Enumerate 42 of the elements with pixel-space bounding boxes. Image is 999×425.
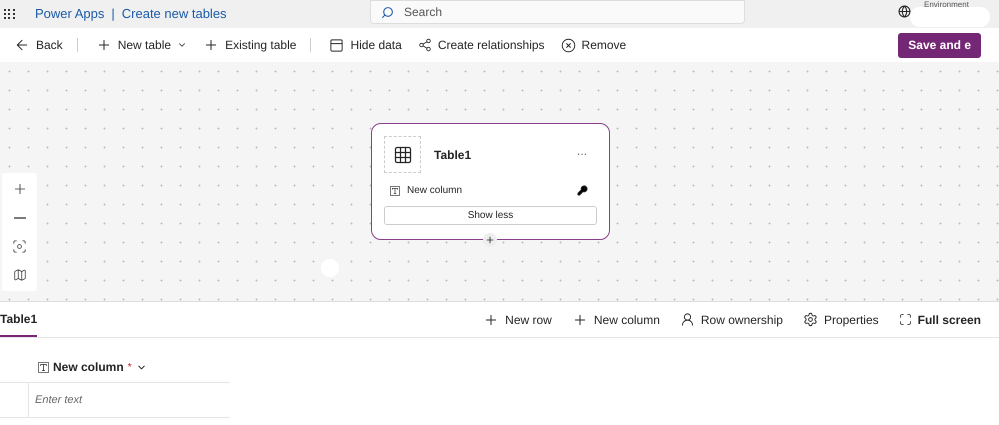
column-header[interactable]: New column [53,358,124,376]
save-button[interactable]: Save and e [898,32,981,58]
environment-label: Environment [924,0,969,9]
environment-icon [898,5,911,18]
text-field-icon [390,186,400,196]
map-icon [12,268,26,282]
full-screen-icon [898,313,912,326]
add-button[interactable] [483,233,497,247]
toolbar-button[interactable]: New table [90,36,194,54]
focus-icon [12,238,27,254]
table-card[interactable]: Table1 ··· New column Show less [371,123,610,240]
remove-icon [560,38,576,52]
toolbar-button[interactable]: Remove [554,36,632,54]
page-title: Create new tables [122,5,227,24]
settings-icon [802,312,818,327]
text-field-icon [38,362,49,372]
column-name: New column [407,184,462,198]
show-less-button[interactable]: Show less [384,206,597,225]
search-field[interactable]: Search [370,0,745,24]
toolbar-button[interactable]: Hide data [323,36,408,54]
app-launcher-icon[interactable] [4,9,15,19]
table-cell-input[interactable]: Enter text [29,383,230,417]
required-mark: * [128,360,132,374]
toolbar-button[interactable]: Create relationships [412,36,551,54]
panel-action-button[interactable]: Row ownership [680,310,783,328]
title-separator: | [111,5,115,24]
minus-icon [14,216,26,219]
toolbar-button[interactable]: Existing table [197,36,302,54]
table-tab[interactable]: Table1 [0,302,38,337]
table-icon [392,144,412,164]
app-name[interactable]: Power Apps [35,4,104,24]
back-button[interactable]: Back [8,36,69,54]
search-icon [381,6,394,19]
nodes-icon [418,38,432,52]
panel-icon [329,38,344,52]
plus-icon [485,235,495,245]
panel-action-button[interactable]: Properties [802,310,879,328]
panel-action-button[interactable]: Full screen [898,310,981,328]
card-title: Table1 [434,146,472,164]
panel-action-button[interactable]: New column [572,310,660,328]
panel-action-button[interactable]: New row [483,310,552,328]
more-options-button[interactable]: ··· [577,147,587,162]
